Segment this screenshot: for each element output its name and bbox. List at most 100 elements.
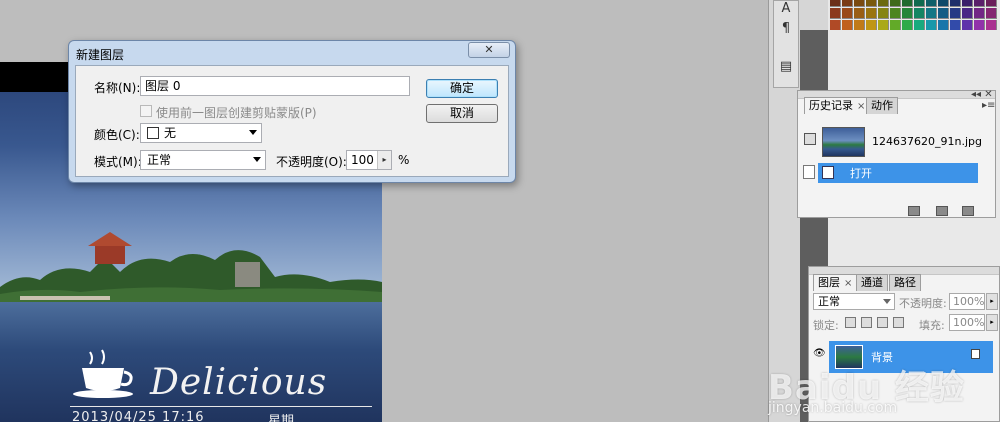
coffee-cup-icon — [73, 349, 133, 398]
color-swatch[interactable] — [938, 20, 949, 30]
color-swatch[interactable] — [830, 20, 841, 30]
layer-opacity-input[interactable]: 100% — [949, 293, 985, 310]
color-swatch[interactable] — [986, 20, 997, 30]
character-panel-icon[interactable]: A — [776, 0, 796, 19]
color-swatch[interactable] — [854, 0, 865, 7]
history-state-label: 打开 — [850, 167, 872, 180]
tab-actions[interactable]: 动作 — [866, 97, 898, 114]
history-state-row[interactable]: 打开 — [818, 163, 978, 183]
color-swatch[interactable] — [878, 20, 889, 30]
close-button[interactable]: ✕ — [468, 42, 510, 58]
color-swatch[interactable] — [842, 8, 853, 19]
color-swatch[interactable] — [878, 0, 889, 7]
tab-paths[interactable]: 路径 — [889, 274, 921, 291]
date-text: 2013/04/25 17:16 — [72, 410, 205, 422]
close-icon[interactable]: × — [857, 101, 865, 112]
history-brush-source-toggle[interactable] — [803, 165, 815, 179]
opacity-slider-toggle[interactable]: ▸ — [377, 151, 391, 169]
color-swatch[interactable] — [866, 0, 877, 7]
color-swatch[interactable] — [914, 0, 925, 7]
lock-transparency-icon[interactable] — [845, 317, 856, 328]
tab-layers-label: 图层 — [818, 276, 840, 289]
color-swatch[interactable] — [890, 8, 901, 19]
lock-icon — [971, 349, 980, 359]
color-swatch[interactable] — [902, 20, 913, 30]
tab-channels[interactable]: 通道 — [856, 274, 888, 291]
opacity-value: 100 — [351, 153, 374, 167]
color-swatch[interactable] — [866, 8, 877, 19]
paragraph-panel-icon[interactable]: ¶ — [776, 19, 796, 39]
color-swatch[interactable] — [950, 20, 961, 30]
color-swatch[interactable] — [926, 0, 937, 7]
color-swatch[interactable] — [974, 8, 985, 19]
color-swatch[interactable] — [842, 0, 853, 7]
color-swatch[interactable] — [830, 8, 841, 19]
lock-all-icon[interactable] — [893, 317, 904, 328]
open-document-icon — [822, 166, 834, 179]
layer-name[interactable]: 背景 — [871, 349, 893, 365]
color-swatch[interactable] — [890, 20, 901, 30]
color-swatch[interactable] — [866, 20, 877, 30]
color-swatch[interactable] — [854, 20, 865, 30]
color-swatch[interactable] — [890, 0, 901, 7]
color-swatch[interactable] — [986, 0, 997, 7]
opacity-unit: % — [398, 153, 410, 167]
mode-select[interactable]: 正常 — [140, 150, 266, 170]
snapshot-source-icon[interactable] — [804, 133, 816, 145]
layers-panel: 图层 × 通道 路径 正常 不透明度: 100% ▸ 锁定: 填充: 100% ▸… — [808, 266, 1000, 422]
opacity-input[interactable]: 100 ▸ — [346, 150, 392, 170]
name-label: 名称(N): — [94, 81, 141, 95]
collapsed-panel-icons: A ¶ ▤ — [773, 0, 799, 88]
color-swatch[interactable] — [950, 8, 961, 19]
color-swatch[interactable] — [926, 8, 937, 19]
color-swatch[interactable] — [950, 0, 961, 7]
fill-slider-toggle[interactable]: ▸ — [986, 314, 998, 331]
color-swatch[interactable] — [902, 0, 913, 7]
blend-mode-select[interactable]: 正常 — [813, 293, 895, 310]
color-swatch[interactable] — [914, 20, 925, 30]
swatches-panel[interactable] — [828, 0, 1000, 30]
name-input[interactable]: 图层 0 — [140, 76, 410, 96]
color-swatch[interactable] — [842, 20, 853, 30]
color-swatch[interactable] — [926, 20, 937, 30]
close-icon[interactable]: × — [844, 278, 852, 289]
weekday-text: 星期 — [268, 414, 295, 422]
chevron-down-icon — [249, 130, 257, 135]
color-swatch[interactable] — [902, 8, 913, 19]
tab-layers[interactable]: 图层 × — [813, 274, 858, 291]
color-swatch[interactable] — [986, 8, 997, 19]
color-swatch[interactable] — [878, 8, 889, 19]
color-select[interactable]: 无 — [140, 123, 262, 143]
fill-input[interactable]: 100% — [949, 314, 985, 331]
ok-button[interactable]: 确定 — [426, 79, 498, 98]
color-swatch[interactable] — [974, 0, 985, 7]
color-swatch[interactable] — [830, 0, 841, 7]
cancel-button[interactable]: 取消 — [426, 104, 498, 123]
color-swatch[interactable] — [914, 8, 925, 19]
color-swatch[interactable] — [974, 20, 985, 30]
layer-comps-icon[interactable]: ▤ — [776, 57, 796, 77]
panel-menu-icon[interactable]: ▸≡ — [982, 100, 995, 111]
color-swatch[interactable] — [938, 0, 949, 7]
color-swatch[interactable] — [962, 20, 973, 30]
lock-pixels-icon[interactable] — [861, 317, 872, 328]
tab-history[interactable]: 历史记录 × — [804, 97, 871, 114]
panel-collapse-icon[interactable]: ◂◂ ✕ — [971, 89, 993, 100]
new-document-from-state-icon[interactable] — [908, 206, 920, 216]
color-swatch[interactable] — [854, 8, 865, 19]
create-snapshot-icon[interactable] — [936, 206, 948, 216]
opacity-slider-toggle[interactable]: ▸ — [986, 293, 998, 310]
color-swatch[interactable] — [962, 0, 973, 7]
layer-thumbnail[interactable] — [835, 345, 863, 369]
lock-position-icon[interactable] — [877, 317, 888, 328]
lock-label: 锁定: — [813, 319, 839, 332]
snapshot-filename[interactable]: 124637620_91n.jpg — [872, 135, 982, 148]
trash-icon[interactable] — [962, 206, 974, 216]
snapshot-thumbnail[interactable] — [822, 127, 865, 157]
divider — [70, 406, 372, 407]
visibility-eye-icon[interactable]: 👁 — [813, 349, 826, 359]
color-swatch[interactable] — [938, 8, 949, 19]
clip-mask-checkbox[interactable] — [140, 105, 152, 117]
opacity-label: 不透明度(O): — [276, 155, 347, 169]
color-swatch[interactable] — [962, 8, 973, 19]
